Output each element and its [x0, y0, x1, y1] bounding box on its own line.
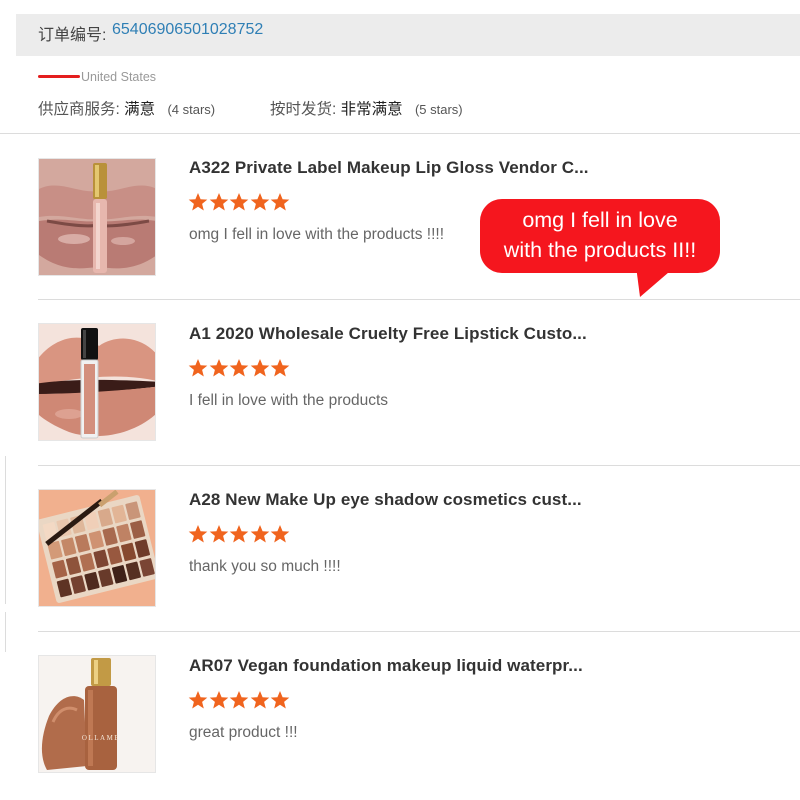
- review-item: OLLAME AR07 Vegan foundation makeup liqu…: [0, 638, 800, 798]
- star-icon: [270, 193, 290, 211]
- buyer-country: United States: [81, 70, 157, 84]
- liquid-lipstick-product-image[interactable]: [38, 323, 156, 441]
- star-icon: [270, 359, 290, 377]
- star-icon: [188, 691, 208, 709]
- rating-stars: [188, 690, 291, 714]
- order-header: 订单编号: 65406906501028752: [0, 0, 800, 62]
- review-comment: omg I fell in love with the products !!!…: [189, 226, 445, 243]
- foundation-brand-text: OLLAME: [82, 734, 120, 742]
- product-title[interactable]: AR07 Vegan foundation makeup liquid wate…: [189, 656, 583, 676]
- star-icon: [229, 691, 249, 709]
- speech-bubble-text: omg I fell in love with the products II!…: [480, 205, 720, 265]
- star-icon: [229, 359, 249, 377]
- star-icon: [188, 359, 208, 377]
- rating-stars: [188, 358, 291, 382]
- on-time-delivery-rating: 按时发货: 非常满意 (5 stars): [270, 97, 463, 119]
- review-item: A28 New Make Up eye shadow cosmetics cus…: [0, 472, 800, 632]
- eyeshadow-palette-product-image[interactable]: [38, 489, 156, 607]
- rating-stars: [188, 524, 291, 548]
- product-title[interactable]: A322 Private Label Makeup Lip Gloss Vend…: [189, 158, 589, 178]
- on-time-delivery-value: 非常满意: [340, 101, 403, 118]
- star-icon: [250, 359, 269, 377]
- product-title[interactable]: A1 2020 Wholesale Cruelty Free Lipstick …: [189, 324, 587, 344]
- star-icon: [188, 525, 208, 543]
- order-number-link[interactable]: 65406906501028752: [112, 21, 263, 39]
- star-icon: [250, 193, 269, 211]
- supplier-service-label: 供应商服务:: [38, 101, 120, 118]
- speech-bubble-line-2: with the products II!!: [503, 238, 697, 262]
- supplier-service-stars: (4 stars): [167, 102, 216, 117]
- order-number-label: 订单编号:: [38, 27, 107, 44]
- buyer-name-redacted: [38, 70, 80, 84]
- rating-stars: [188, 192, 291, 216]
- star-icon: [250, 525, 269, 543]
- star-icon: [229, 193, 249, 211]
- star-icon: [270, 525, 290, 543]
- review-item: A1 2020 Wholesale Cruelty Free Lipstick …: [0, 306, 800, 466]
- star-icon: [229, 525, 249, 543]
- star-icon: [209, 359, 228, 377]
- review-comment: thank you so much !!!!: [189, 558, 341, 575]
- star-icon: [250, 691, 269, 709]
- star-icon: [188, 193, 208, 211]
- liquid-foundation-product-image[interactable]: OLLAME: [38, 655, 156, 773]
- product-title[interactable]: A28 New Make Up eye shadow cosmetics cus…: [189, 490, 582, 510]
- supplier-service-rating: 供应商服务: 满意 (4 stars): [38, 97, 215, 119]
- redaction-mark: [38, 75, 80, 78]
- star-icon: [209, 691, 228, 709]
- review-comment: great product !!!: [189, 724, 298, 741]
- divider: [0, 133, 800, 134]
- supplier-service-value: 满意: [124, 101, 156, 118]
- star-icon: [209, 525, 228, 543]
- speech-bubble-line-1: omg I fell in love: [522, 208, 678, 232]
- lip-gloss-product-image[interactable]: [38, 158, 156, 276]
- star-icon: [209, 193, 228, 211]
- star-icon: [270, 691, 290, 709]
- review-comment: I fell in love with the products: [189, 392, 389, 409]
- on-time-delivery-label: 按时发货:: [270, 101, 337, 118]
- on-time-delivery-stars: (5 stars): [414, 102, 463, 117]
